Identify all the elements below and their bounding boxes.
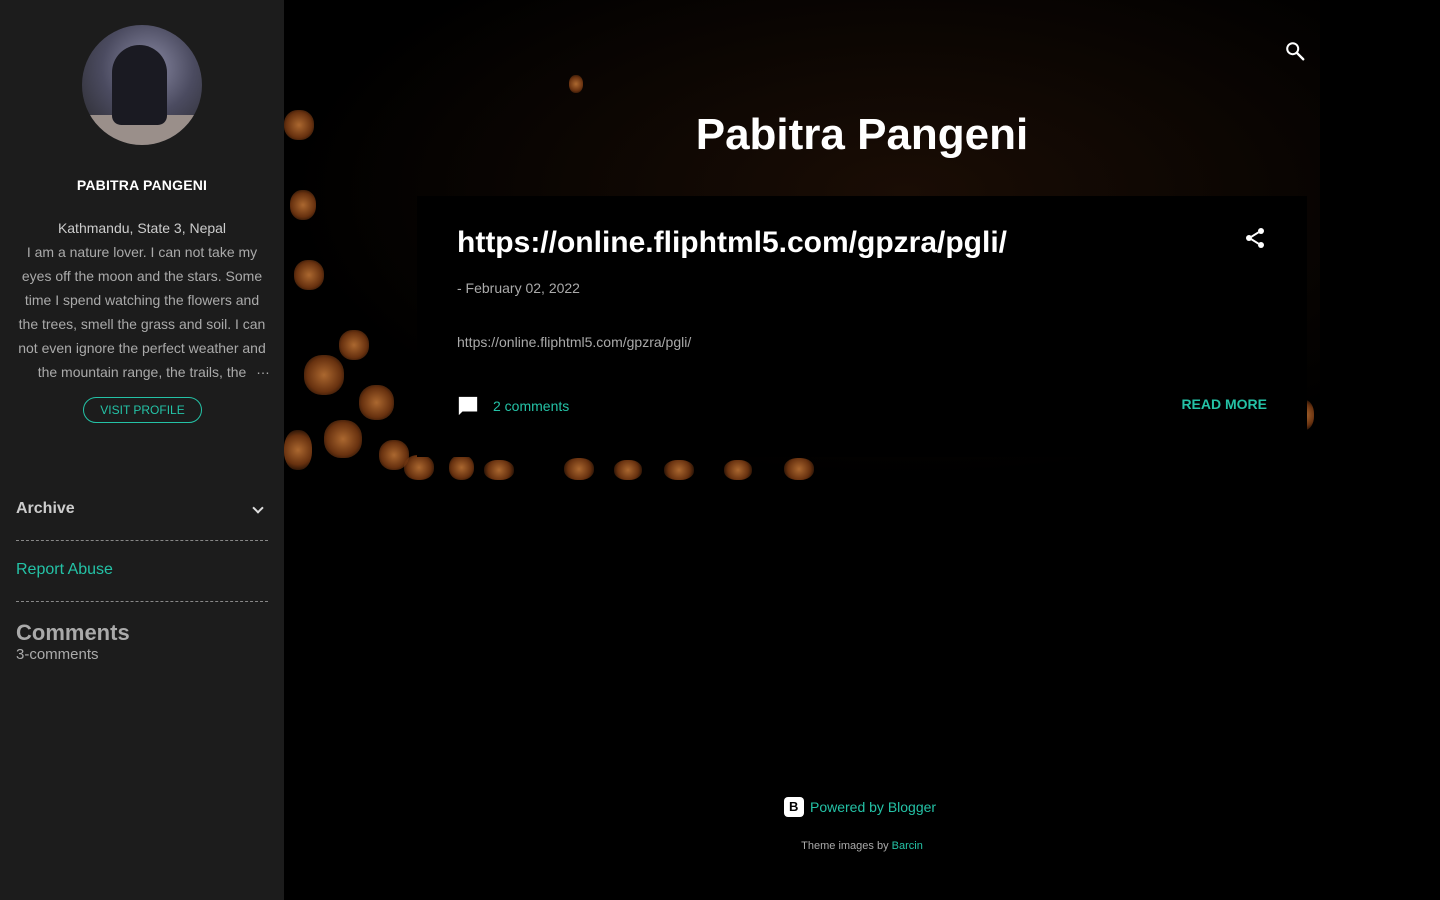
share-icon [1246, 228, 1264, 248]
blogger-logo-icon [784, 797, 804, 817]
profile-location: Kathmandu, State 3, Nepal [57, 220, 227, 236]
read-more-link[interactable]: READ MORE [1181, 396, 1267, 412]
avatar[interactable] [82, 25, 202, 145]
search-icon [1286, 42, 1305, 61]
theme-credit: Theme images by Barcin [0, 840, 1440, 852]
post-snippet: https://online.fliphtml5.com/gpzra/pgli/ [457, 334, 692, 350]
share-button[interactable] [1243, 226, 1267, 250]
search-button[interactable] [1284, 40, 1306, 62]
comments-link[interactable]: 2 comments [457, 394, 569, 418]
comments-widget-count: 3-comments [16, 646, 99, 663]
archive-label: Archive [16, 500, 75, 517]
theme-credit-prefix: Theme images by [801, 840, 889, 852]
post-date[interactable]: - February 02, 2022 [457, 280, 580, 296]
sidebar: PABITRA PANGENI Kathmandu, State 3, Nepa… [0, 0, 284, 900]
divider [16, 601, 268, 602]
archive-toggle[interactable]: Archive [16, 500, 268, 522]
chevron-down-icon [252, 502, 264, 514]
post-title[interactable]: https://online.fliphtml5.com/gpzra/pgli/ [457, 226, 1007, 260]
divider [16, 540, 268, 541]
post-card: https://online.fliphtml5.com/gpzra/pgli/… [417, 196, 1307, 457]
avatar-figure [112, 45, 167, 125]
theme-author-link[interactable]: Barcin [892, 840, 923, 852]
profile-name[interactable]: PABITRA PANGENI [0, 177, 284, 193]
powered-by-blogger-link[interactable]: Powered by Blogger [784, 797, 936, 817]
comments-widget-title: Comments [16, 620, 130, 645]
profile-about: I am a nature lover. I can not take my e… [18, 244, 266, 380]
about-ellipsis: … [256, 361, 270, 377]
report-abuse-link[interactable]: Report Abuse [16, 561, 113, 579]
comments-link-label: 2 comments [493, 398, 570, 414]
comment-icon [458, 396, 478, 416]
powered-by-label: Powered by Blogger [810, 799, 937, 815]
visit-profile-button[interactable]: VISIT PROFILE [83, 397, 202, 423]
blog-title[interactable]: Pabitra Pangeni [284, 110, 1440, 160]
